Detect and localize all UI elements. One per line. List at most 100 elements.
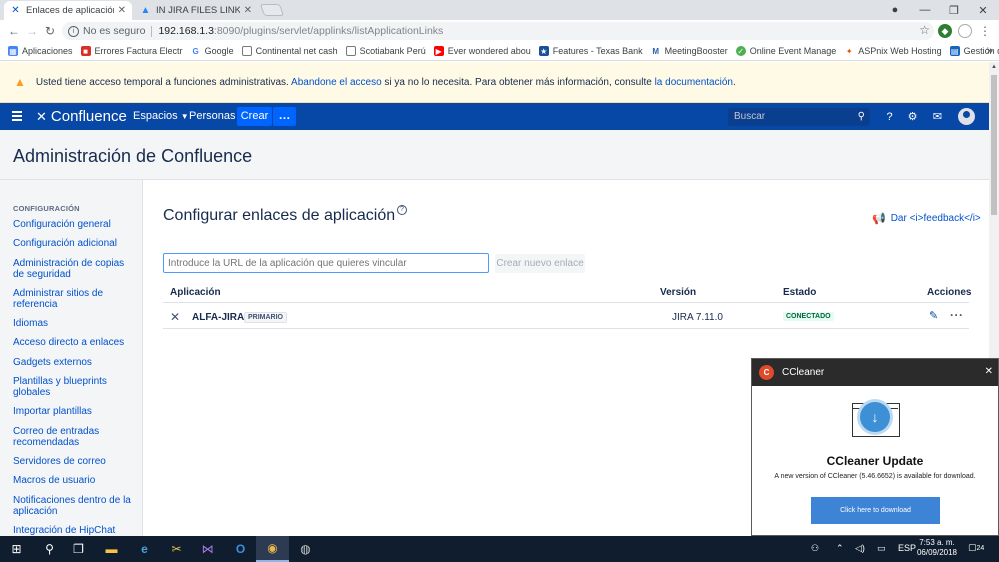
sidebar-item-referrers[interactable]: Administrar sitios de referencia bbox=[13, 288, 138, 310]
section-title: Configurar enlaces de aplicación bbox=[163, 207, 396, 224]
sidebar-item-backups[interactable]: Administración de copias de seguridad bbox=[13, 258, 138, 280]
more-actions-icon[interactable]: ··· bbox=[950, 308, 964, 322]
scroll-up-icon[interactable]: ▲ bbox=[989, 64, 999, 70]
ccleaner-task-icon[interactable]: ◍ bbox=[289, 536, 322, 562]
confluence-logo[interactable]: ✕ Confluence bbox=[36, 108, 127, 125]
search-icon: ⚲ bbox=[857, 111, 865, 122]
feedback-link[interactable]: 📢 Dar <i>feedback</i> bbox=[872, 212, 981, 225]
nav-personas[interactable]: Personas bbox=[189, 110, 235, 122]
admin-title-strip: Administración de Confluence bbox=[0, 130, 989, 180]
close-tab-icon[interactable]: ✕ bbox=[244, 5, 252, 16]
create-new-link-button[interactable]: Crear nuevo enlace bbox=[495, 254, 585, 273]
sidebar-item-hipchat[interactable]: Integración de HipChat bbox=[13, 525, 138, 536]
people-icon[interactable]: ⚇ bbox=[811, 543, 819, 554]
browser-tab-applinks[interactable]: ✕ Enlaces de aplicación - A ✕ bbox=[4, 1, 132, 20]
close-tab-icon[interactable]: ✕ bbox=[118, 5, 126, 16]
chrome-menu-icon[interactable]: ⋮ bbox=[978, 24, 992, 38]
page-icon bbox=[345, 46, 356, 56]
download-button[interactable]: Click here to download bbox=[811, 497, 940, 524]
sidebar-item-general[interactable]: Configuración general bbox=[13, 219, 138, 230]
bookmark-aspnix[interactable]: ✦ ASPnix Web Hosting bbox=[844, 46, 942, 56]
bookmark-apps[interactable]: ▦ Aplicaciones bbox=[8, 46, 73, 56]
page-icon bbox=[241, 46, 252, 56]
profile-icon[interactable]: ● bbox=[884, 0, 906, 20]
bookmark-online-event[interactable]: ✓ Online Event Manage bbox=[735, 46, 836, 56]
app-url-input[interactable] bbox=[163, 253, 489, 273]
app-tools-icon[interactable]: ✂ bbox=[160, 536, 193, 562]
documentation-link[interactable]: la documentación bbox=[655, 77, 733, 88]
back-icon[interactable]: ← bbox=[5, 24, 23, 38]
drop-access-link[interactable]: Abandone el acceso bbox=[291, 77, 382, 88]
sidebar-item-shortcut-links[interactable]: Acceso directo a enlaces bbox=[13, 337, 138, 348]
sidebar-item-languages[interactable]: Idiomas bbox=[13, 318, 138, 329]
ccleaner-titlebar: C CCleaner ✕ bbox=[752, 359, 998, 386]
bookmark-star-icon[interactable]: ☆ bbox=[919, 23, 930, 37]
close-icon[interactable]: ✕ bbox=[985, 366, 993, 377]
help-icon[interactable]: ? bbox=[397, 205, 407, 215]
jira-icon: ▲ bbox=[140, 5, 151, 16]
gear-icon[interactable]: ⚙ bbox=[906, 110, 919, 123]
menu-hamburger-icon[interactable] bbox=[12, 111, 22, 123]
file-explorer-icon[interactable]: ▬ bbox=[95, 536, 128, 562]
sidebar-item-templates[interactable]: Plantillas y blueprints globales bbox=[13, 376, 138, 398]
notifications-icon[interactable]: ✉ bbox=[931, 110, 944, 123]
bookmark-google[interactable]: G Google bbox=[190, 46, 234, 56]
tray-expand-icon[interactable]: ⌃ bbox=[836, 543, 844, 554]
search-input[interactable]: Buscar ⚲ bbox=[728, 108, 870, 126]
new-tab-button[interactable] bbox=[259, 4, 285, 16]
action-center-icon[interactable]: ▢24 bbox=[968, 542, 984, 556]
admin-sidebar: CONFIGURACIÓN Configuración general Conf… bbox=[0, 180, 143, 536]
create-button[interactable]: Crear bbox=[237, 107, 272, 126]
bookmark-continental[interactable]: Continental net cash bbox=[241, 46, 338, 56]
windows-start-icon[interactable]: ⊞ bbox=[0, 536, 33, 562]
admin-access-warning: ▲ Usted tiene acceso temporal a funcione… bbox=[0, 62, 989, 103]
reload-icon[interactable]: ↻ bbox=[41, 24, 59, 38]
task-view-icon[interactable]: ❐ bbox=[62, 536, 95, 562]
sidebar-item-recommended-mail[interactable]: Correo de entradas recomendadas bbox=[13, 426, 138, 448]
browser-tab-bar: ✕ Enlaces de aplicación - A ✕ ▲ IN JIRA … bbox=[0, 0, 999, 20]
bookmark-meetingbooster[interactable]: M MeetingBooster bbox=[650, 46, 728, 56]
system-clock[interactable]: 7:53 a. m. 06/09/2018 bbox=[912, 538, 962, 558]
sidebar-item-user-macros[interactable]: Macros de usuario bbox=[13, 475, 138, 486]
sidebar-item-import-templates[interactable]: Importar plantillas bbox=[13, 406, 138, 417]
visual-studio-icon[interactable]: ⋈ bbox=[191, 536, 224, 562]
minimize-icon[interactable]: — bbox=[914, 0, 936, 20]
table-row: ✕ ALFA-JIRA PRIMARIO JIRA 7.11.0 CONECTA… bbox=[163, 304, 969, 329]
volume-icon[interactable]: ◁) bbox=[855, 543, 865, 554]
help-icon[interactable]: ? bbox=[883, 110, 896, 123]
ccleaner-update-popup: C CCleaner ✕ ↓ CCleaner Update A new ver… bbox=[751, 358, 999, 536]
app-version: JIRA 7.11.0 bbox=[672, 312, 723, 323]
jira-icon: ✕ bbox=[170, 310, 181, 324]
internet-explorer-icon[interactable]: e bbox=[128, 536, 161, 562]
url-omnibox[interactable]: i No es seguro 192.168.1.3 :8090/plugins… bbox=[62, 22, 934, 40]
bookmark-errores[interactable]: ■ Errores Factura Electr bbox=[80, 46, 183, 56]
bookmarks-bar: ▦ Aplicaciones ■ Errores Factura Electr … bbox=[0, 42, 999, 61]
forward-icon[interactable]: → bbox=[23, 24, 41, 38]
close-window-icon[interactable]: ✕ bbox=[972, 0, 994, 20]
aspnix-icon: ✦ bbox=[844, 46, 855, 56]
avatar[interactable] bbox=[958, 108, 975, 125]
col-version: Versión bbox=[660, 287, 697, 298]
browser-tab-jira[interactable]: ▲ IN JIRA FILES LINKS ARE ✕ bbox=[134, 1, 258, 20]
sidebar-item-additional[interactable]: Configuración adicional bbox=[13, 238, 138, 249]
nav-espacios[interactable]: Espacios ▼ bbox=[133, 110, 189, 122]
edit-pencil-icon[interactable]: ✎ bbox=[929, 309, 938, 322]
sidebar-item-gadgets[interactable]: Gadgets externos bbox=[13, 357, 138, 368]
sidebar-item-mail-servers[interactable]: Servidores de correo bbox=[13, 456, 138, 467]
chrome-icon[interactable]: ◉ bbox=[256, 536, 289, 562]
extension-loading-icon[interactable] bbox=[958, 24, 972, 38]
bookmark-scotiabank[interactable]: Scotiabank Perú bbox=[345, 46, 426, 56]
scrollbar-thumb[interactable] bbox=[991, 75, 997, 215]
create-more-button[interactable]: … bbox=[273, 107, 296, 126]
bookmark-youtube[interactable]: ▶ Ever wondered abou bbox=[433, 46, 531, 56]
confluence-header: ✕ Confluence Espacios ▼ Personas Crear …… bbox=[0, 103, 989, 130]
info-icon[interactable]: i bbox=[68, 25, 79, 37]
primary-badge: PRIMARIO bbox=[244, 312, 287, 323]
network-icon[interactable]: ▭ bbox=[877, 543, 886, 554]
bookmarks-overflow-icon[interactable]: » bbox=[987, 45, 993, 57]
sidebar-item-in-app-notifications[interactable]: Notificaciones dentro de la aplicación bbox=[13, 495, 138, 517]
outlook-icon[interactable]: O bbox=[224, 536, 257, 562]
extension-shield-icon[interactable]: ◆ bbox=[938, 24, 952, 38]
maximize-icon[interactable]: ❐ bbox=[943, 0, 965, 20]
bookmark-texas-bank[interactable]: ★ Features - Texas Bank bbox=[538, 46, 643, 56]
